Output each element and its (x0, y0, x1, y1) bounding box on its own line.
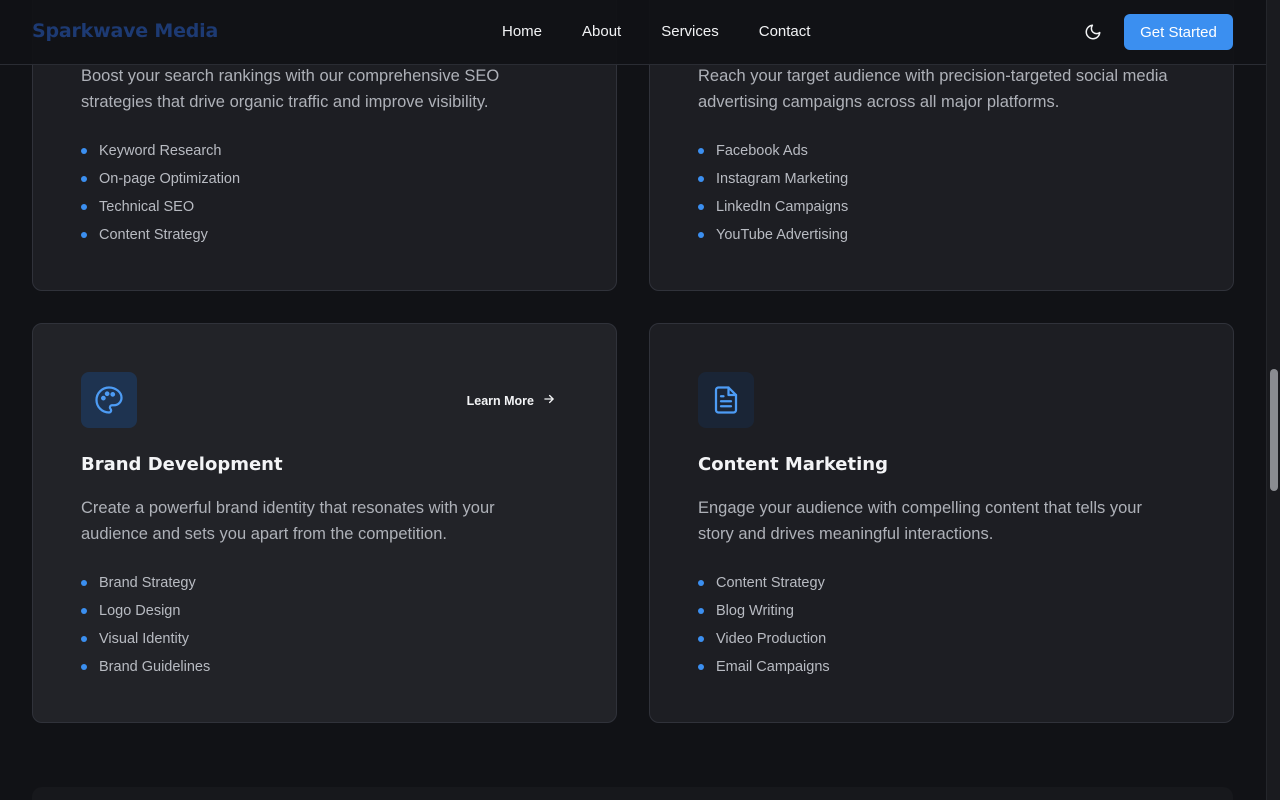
card-description: Engage your audience with compelling con… (698, 499, 1142, 543)
list-item: LinkedIn Campaigns (698, 197, 848, 225)
list-item: Brand Strategy (81, 573, 210, 601)
nav-link-contact[interactable]: Contact (759, 23, 811, 40)
list-item: On-page Optimization (81, 169, 240, 197)
card-description: Boost your search rankings with our comp… (81, 67, 500, 111)
feature-list: Content Strategy Blog Writing Video Prod… (698, 573, 830, 685)
feature-list: Facebook Ads Instagram Marketing LinkedI… (698, 141, 848, 253)
list-item: Logo Design (81, 601, 210, 629)
page-scrollbar[interactable] (1266, 0, 1280, 800)
list-item: Instagram Marketing (698, 169, 848, 197)
list-item: Content Strategy (698, 573, 830, 601)
list-item: Blog Writing (698, 601, 830, 629)
main-nav: Home About Services Contact (502, 23, 850, 40)
card-description: Reach your target audience with precisio… (698, 67, 1168, 111)
document-icon (698, 372, 754, 428)
list-item: Keyword Research (81, 141, 240, 169)
nav-link-home[interactable]: Home (502, 23, 542, 40)
get-started-button[interactable]: Get Started (1124, 14, 1233, 50)
learn-more-link[interactable]: Learn More (467, 392, 556, 409)
site-header: Sparkwave Media Home About Services Cont… (0, 0, 1266, 65)
feature-list: Brand Strategy Logo Design Visual Identi… (81, 573, 210, 685)
service-card-content-marketing[interactable]: Content Marketing Engage your audience w… (649, 323, 1234, 723)
list-item: Video Production (698, 629, 830, 657)
arrow-right-icon (542, 392, 556, 409)
card-title: Brand Development (81, 454, 283, 475)
next-section-card (32, 787, 1233, 800)
palette-icon (81, 372, 137, 428)
brand-logo[interactable]: Sparkwave Media (32, 20, 218, 42)
list-item: Email Campaigns (698, 657, 830, 685)
list-item: YouTube Advertising (698, 225, 848, 253)
learn-more-label: Learn More (466, 393, 534, 408)
list-item: Brand Guidelines (81, 657, 210, 685)
list-item: Technical SEO (81, 197, 240, 225)
nav-link-services[interactable]: Services (661, 23, 719, 40)
moon-icon[interactable] (1080, 19, 1106, 45)
feature-list: Keyword Research On-page Optimization Te… (81, 141, 240, 253)
nav-link-about[interactable]: About (582, 23, 621, 40)
card-description: Create a powerful brand identity that re… (81, 499, 495, 543)
list-item: Visual Identity (81, 629, 210, 657)
service-card-brand-development[interactable]: Learn More Brand Development Create a po… (32, 323, 617, 723)
scrollbar-thumb[interactable] (1270, 369, 1278, 491)
list-item: Content Strategy (81, 225, 240, 253)
card-title: Content Marketing (698, 454, 888, 475)
list-item: Facebook Ads (698, 141, 848, 169)
